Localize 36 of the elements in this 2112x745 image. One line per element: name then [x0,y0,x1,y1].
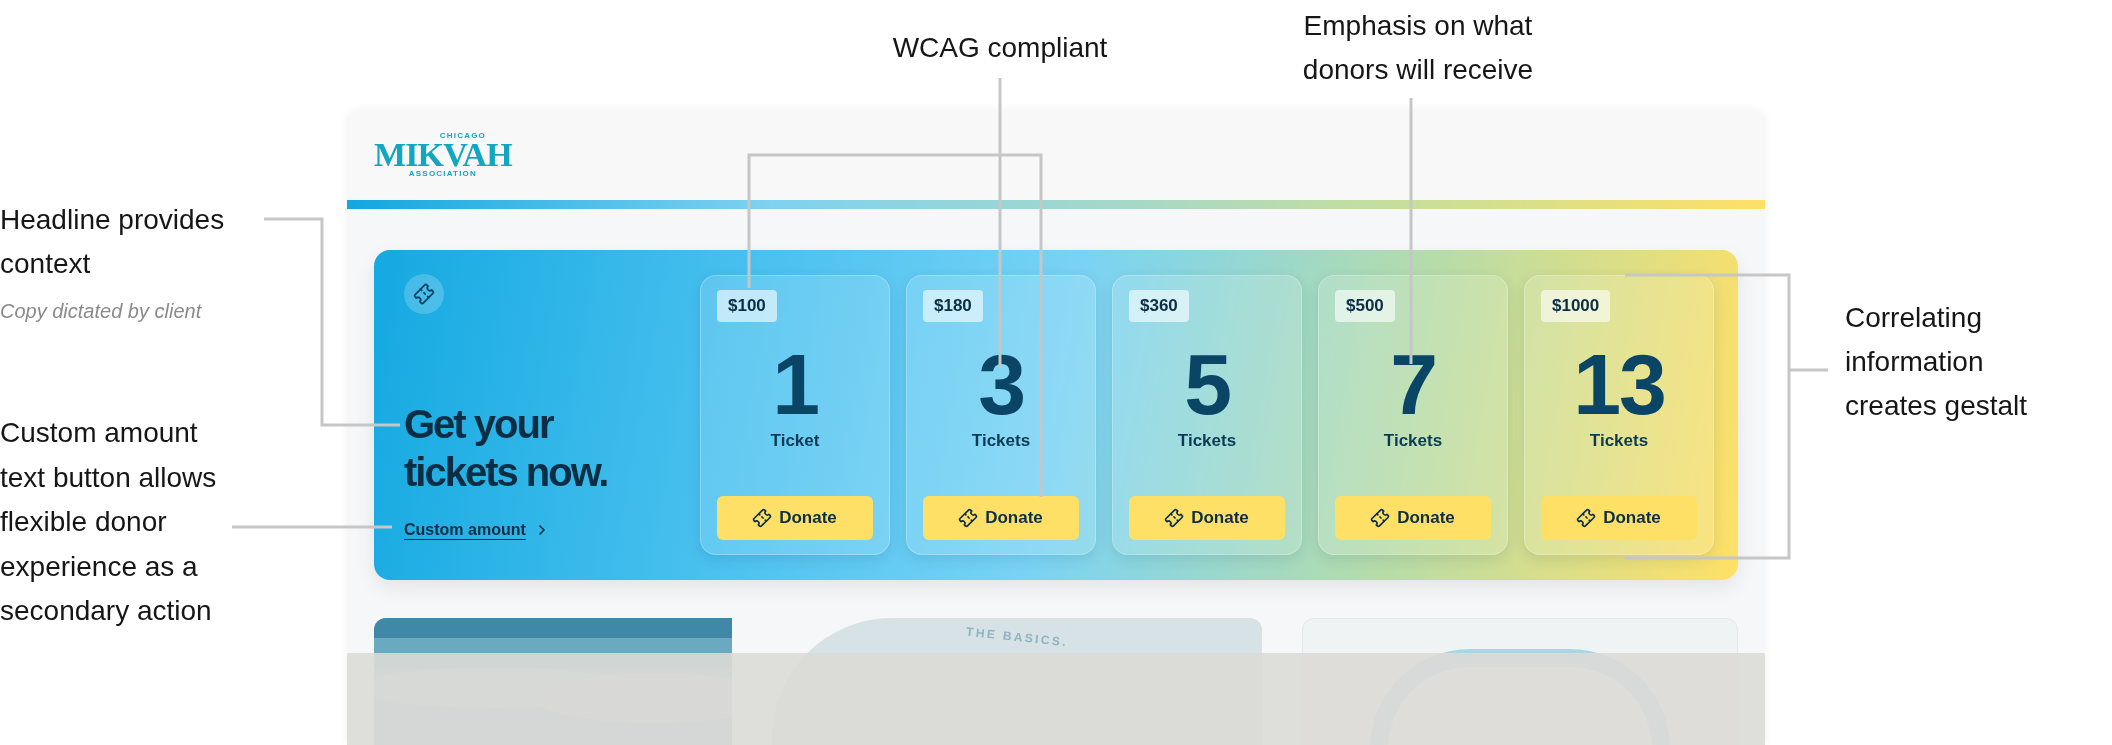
donate-button[interactable]: Donate [1541,496,1697,540]
ticket-icon [753,509,772,527]
ticket-icon [1371,509,1390,527]
ticket-label: Tickets [1383,429,1443,452]
annotation-text: Custom amount text button allows flexible donor experience as a secondary action [0,416,217,628]
donate-button[interactable]: Donate [1335,496,1491,540]
ticket-label: Tickets [971,429,1031,452]
ticket-badge-icon [404,274,444,314]
ticket-label: Tickets [1589,429,1649,452]
annotation-text: Headline provides context [0,203,225,281]
hero-headline: Get your tickets now. [404,401,608,496]
annotation-text: WCAG compliant [891,31,1109,65]
ticket-count: 13 [1573,341,1665,426]
price-tag: $180 [923,290,983,322]
logo: CHICAGO MIKVAH ASSOCIATION [374,132,512,178]
ticket-label: Tickets [1177,429,1237,452]
price-tag: $360 [1129,290,1189,322]
circle-label: THE BASICS. [965,623,1069,650]
price-tag: $500 [1335,290,1395,322]
donate-button[interactable]: Donate [923,496,1079,540]
ticket-label: Ticket [770,429,820,452]
custom-amount-link[interactable]: Custom amount [404,518,550,542]
ticket-count: 5 [1184,341,1230,426]
ticket-count: 1 [772,341,818,426]
price-tag: $100 [717,290,777,322]
donate-button[interactable]: Donate [717,496,873,540]
annotation-note: Copy dictated by client [0,299,203,324]
donate-button[interactable]: Donate [1129,496,1285,540]
annotation-text: Emphasis on what donors will receive [1301,9,1535,87]
ticket-icon [959,509,978,527]
ticket-icon [1577,509,1596,527]
price-tag: $1000 [1541,290,1611,322]
ticket-count: 3 [978,341,1024,426]
annotation-text: Correlating information creates gestalt [1845,301,2028,423]
ticket-count: 7 [1390,341,1436,426]
ticket-icon [1165,509,1184,527]
